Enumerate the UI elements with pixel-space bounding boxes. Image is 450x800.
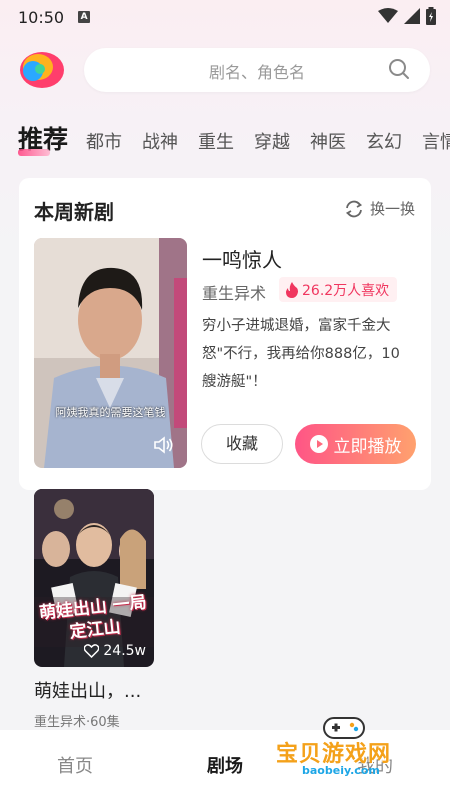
status-time: 10:50 xyxy=(18,7,65,27)
nav-theater[interactable]: 剧场 xyxy=(170,752,280,778)
likes-count: 26.2万人喜欢 xyxy=(302,282,390,299)
watermark-url: baobeiy.com xyxy=(302,764,380,777)
category-tabs: 推荐 都市 战神 重生 穿越 神医 玄幻 言情 xyxy=(0,118,450,162)
flame-icon xyxy=(286,281,298,298)
weekly-new-card: 本周新剧 换一换 阿姨我真的需要这笔钱 一鸣惊人 重生异术 26.2万人喜欢 穷… xyxy=(19,178,431,490)
play-icon xyxy=(309,435,328,453)
cover-subtitle: 阿姨我真的需要这笔钱 xyxy=(55,406,166,419)
tab-recommend[interactable]: 推荐 xyxy=(18,120,68,162)
grid-likes: 24.5w xyxy=(84,643,146,659)
a-icon: A xyxy=(78,11,91,23)
watermark: 宝贝游戏网 baobeiy.com xyxy=(272,712,422,792)
tab-divine-doctor[interactable]: 神医 xyxy=(310,128,346,162)
grid-likes-count: 24.5w xyxy=(103,643,146,659)
drama-grid-item[interactable]: 萌娃出山 一局定江山 24.5w 萌娃出山，... 重生异术·60集 xyxy=(34,489,154,730)
section-title: 本周新剧 xyxy=(34,200,114,224)
refresh-icon xyxy=(345,200,363,217)
nav-home[interactable]: 首页 xyxy=(20,752,130,778)
grid-cover[interactable]: 萌娃出山 一局定江山 24.5w xyxy=(34,489,154,667)
grid-title[interactable]: 萌娃出山，... xyxy=(34,677,154,703)
speaker-icon[interactable] xyxy=(153,436,175,454)
status-bar: 10:50 A xyxy=(0,0,450,34)
app-logo-icon[interactable] xyxy=(18,50,66,90)
grid-meta: 重生异术·60集 xyxy=(34,715,120,730)
refresh-button[interactable]: 换一换 xyxy=(344,198,415,219)
drama-description: 穷小子进城退婚，富家千金大怒"不行，我再给你888亿，10艘游艇"！ xyxy=(202,318,400,390)
search-input[interactable]: 剧名、角色名 xyxy=(84,48,430,92)
status-icons xyxy=(378,7,436,25)
tab-war-god[interactable]: 战神 xyxy=(142,128,178,162)
tab-fantasy[interactable]: 玄幻 xyxy=(366,128,402,162)
drama-genre: 重生异术 xyxy=(202,284,267,303)
search-placeholder: 剧名、角色名 xyxy=(208,63,305,82)
refresh-label: 换一换 xyxy=(369,200,415,218)
wifi-icon xyxy=(378,8,398,23)
header: 剧名、角色名 xyxy=(0,48,450,94)
battery-icon xyxy=(426,7,436,25)
tab-romance[interactable]: 言情 xyxy=(422,128,450,162)
play-label: 立即播放 xyxy=(333,436,402,457)
search-icon[interactable] xyxy=(388,58,410,80)
likes-badge: 26.2万人喜欢 xyxy=(279,277,398,302)
signal-icon xyxy=(404,8,420,24)
heart-icon xyxy=(84,644,100,658)
drama-cover[interactable]: 阿姨我真的需要这笔钱 xyxy=(34,238,187,468)
tab-time-travel[interactable]: 穿越 xyxy=(254,128,290,162)
drama-title[interactable]: 一鸣惊人 xyxy=(202,244,282,273)
tab-rebirth[interactable]: 重生 xyxy=(198,128,234,162)
collect-button[interactable]: 收藏 xyxy=(201,424,283,464)
tab-urban[interactable]: 都市 xyxy=(86,128,122,162)
cover-image xyxy=(34,238,187,468)
play-now-button[interactable]: 立即播放 xyxy=(295,424,416,464)
